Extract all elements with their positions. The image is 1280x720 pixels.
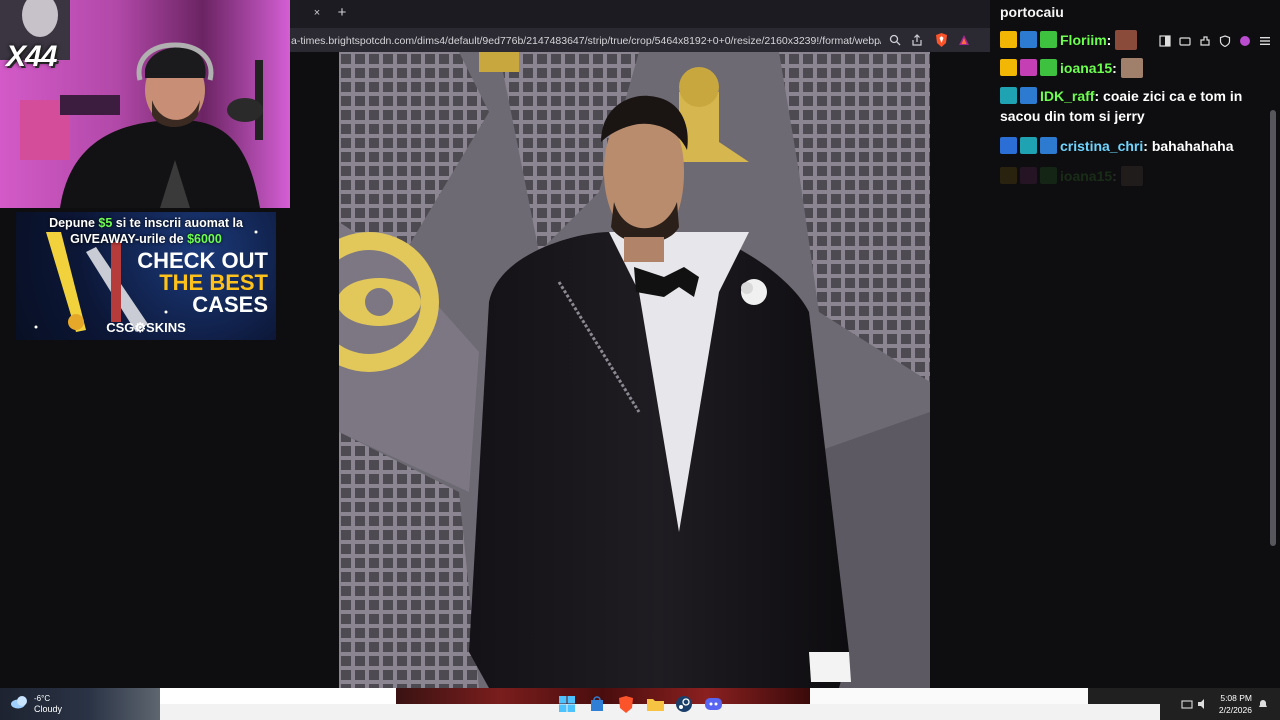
6g-badge-icon xyxy=(1020,137,1037,154)
cloud-icon xyxy=(10,695,30,709)
weather-condition: Cloudy xyxy=(34,704,63,714)
clock-time[interactable]: 5:08 PM xyxy=(1218,693,1252,703)
streamer-webcam: X44 xyxy=(0,0,290,208)
weather-temp: -6°C xyxy=(34,694,51,703)
robot-badge-icon xyxy=(1020,87,1037,104)
emote-icon xyxy=(1115,30,1138,50)
6g-badge-icon xyxy=(1000,87,1017,104)
network-icon[interactable] xyxy=(1180,697,1194,711)
sub-badge-icon xyxy=(1040,167,1057,184)
robot-badge-icon xyxy=(1020,167,1037,184)
ad-cta-line2: THE BEST xyxy=(159,270,268,295)
taskbar-artifact xyxy=(160,688,396,704)
close-tab-icon[interactable]: × xyxy=(310,6,324,20)
multiplier-label: X44 xyxy=(6,40,57,73)
ad-cta-line3: CASES xyxy=(192,292,268,317)
chat-username[interactable]: Floriim xyxy=(1060,32,1107,48)
share-icon[interactable] xyxy=(909,32,925,48)
robot-badge-icon xyxy=(1040,137,1057,154)
csgo-skins-ad[interactable]: Depune $5 si te inscrii auomat la GIVEAW… xyxy=(16,212,276,340)
brave-browser-icon[interactable] xyxy=(616,694,636,714)
chat-separator: : xyxy=(1143,138,1152,154)
ad-promo-text: Depune $5 si te inscrii auomat la GIVEAW… xyxy=(49,216,243,246)
chat-separator: : xyxy=(1112,168,1121,184)
steam-icon[interactable] xyxy=(674,694,694,714)
chat-username[interactable]: IDK_raff xyxy=(1040,88,1094,104)
chat-message: ioana15: xyxy=(1000,58,1272,78)
chat-message: IDK_raff: coaie zici ca e tom in sacou d… xyxy=(1000,86,1272,126)
notification-icon[interactable] xyxy=(1256,697,1270,711)
taskbar-artifact xyxy=(810,688,1088,704)
chat-text: bahahahaha xyxy=(1151,138,1234,154)
chat-message: Floriim: xyxy=(1000,30,1272,50)
zoom-icon[interactable] xyxy=(887,32,903,48)
browser-tab-bar xyxy=(290,0,990,28)
volume-icon[interactable] xyxy=(1196,697,1210,711)
chat-channel-user[interactable]: portocaiu xyxy=(1000,4,1064,20)
discord-icon[interactable] xyxy=(703,694,723,714)
hammer-badge-icon xyxy=(1000,137,1017,154)
sub-badge-icon xyxy=(1040,31,1057,48)
chat-username[interactable]: ioana15 xyxy=(1060,168,1112,184)
clock-date[interactable]: 2/2/2026 xyxy=(1212,705,1252,715)
robot-badge-icon xyxy=(1020,59,1037,76)
page-scrollbar[interactable] xyxy=(1270,110,1276,546)
screen: × + a-times.brightspotcdn.com/dims4/defa… xyxy=(0,0,1280,720)
crown-badge-icon xyxy=(1000,167,1017,184)
ad-brand: CSG⚙SKINS xyxy=(106,320,186,335)
ad-cta-line1: CHECK OUT xyxy=(137,248,268,273)
store-icon[interactable] xyxy=(587,694,607,714)
sub-badge-icon xyxy=(1040,59,1057,76)
emote-icon xyxy=(1120,58,1143,78)
chat-separator: : xyxy=(1094,88,1104,104)
file-explorer-icon[interactable] xyxy=(645,694,665,714)
chat-message-faded: ioana15: xyxy=(1000,166,1272,186)
grammys-red-carpet-photo[interactable] xyxy=(339,52,930,688)
emote-icon xyxy=(1120,166,1143,186)
ad-cta: CHECK OUT THE BEST CASES xyxy=(137,250,268,316)
chat-separator: : xyxy=(1106,32,1116,48)
chat-username[interactable]: cristina_chri xyxy=(1060,138,1143,154)
chat-separator: : xyxy=(1112,60,1121,76)
robot-badge-icon xyxy=(1020,31,1037,48)
crown-badge-icon xyxy=(1000,31,1017,48)
new-tab-button[interactable]: + xyxy=(334,4,350,22)
brave-shield-icon[interactable] xyxy=(933,32,949,48)
windows-start-icon[interactable] xyxy=(557,694,577,714)
chat-username[interactable]: ioana15 xyxy=(1060,60,1112,76)
brave-rewards-icon[interactable] xyxy=(956,32,972,48)
chat-message: cristina_chri: bahahahaha xyxy=(1000,136,1272,156)
crown-badge-icon xyxy=(1000,59,1017,76)
url-text[interactable]: a-times.brightspotcdn.com/dims4/default/… xyxy=(291,34,881,48)
